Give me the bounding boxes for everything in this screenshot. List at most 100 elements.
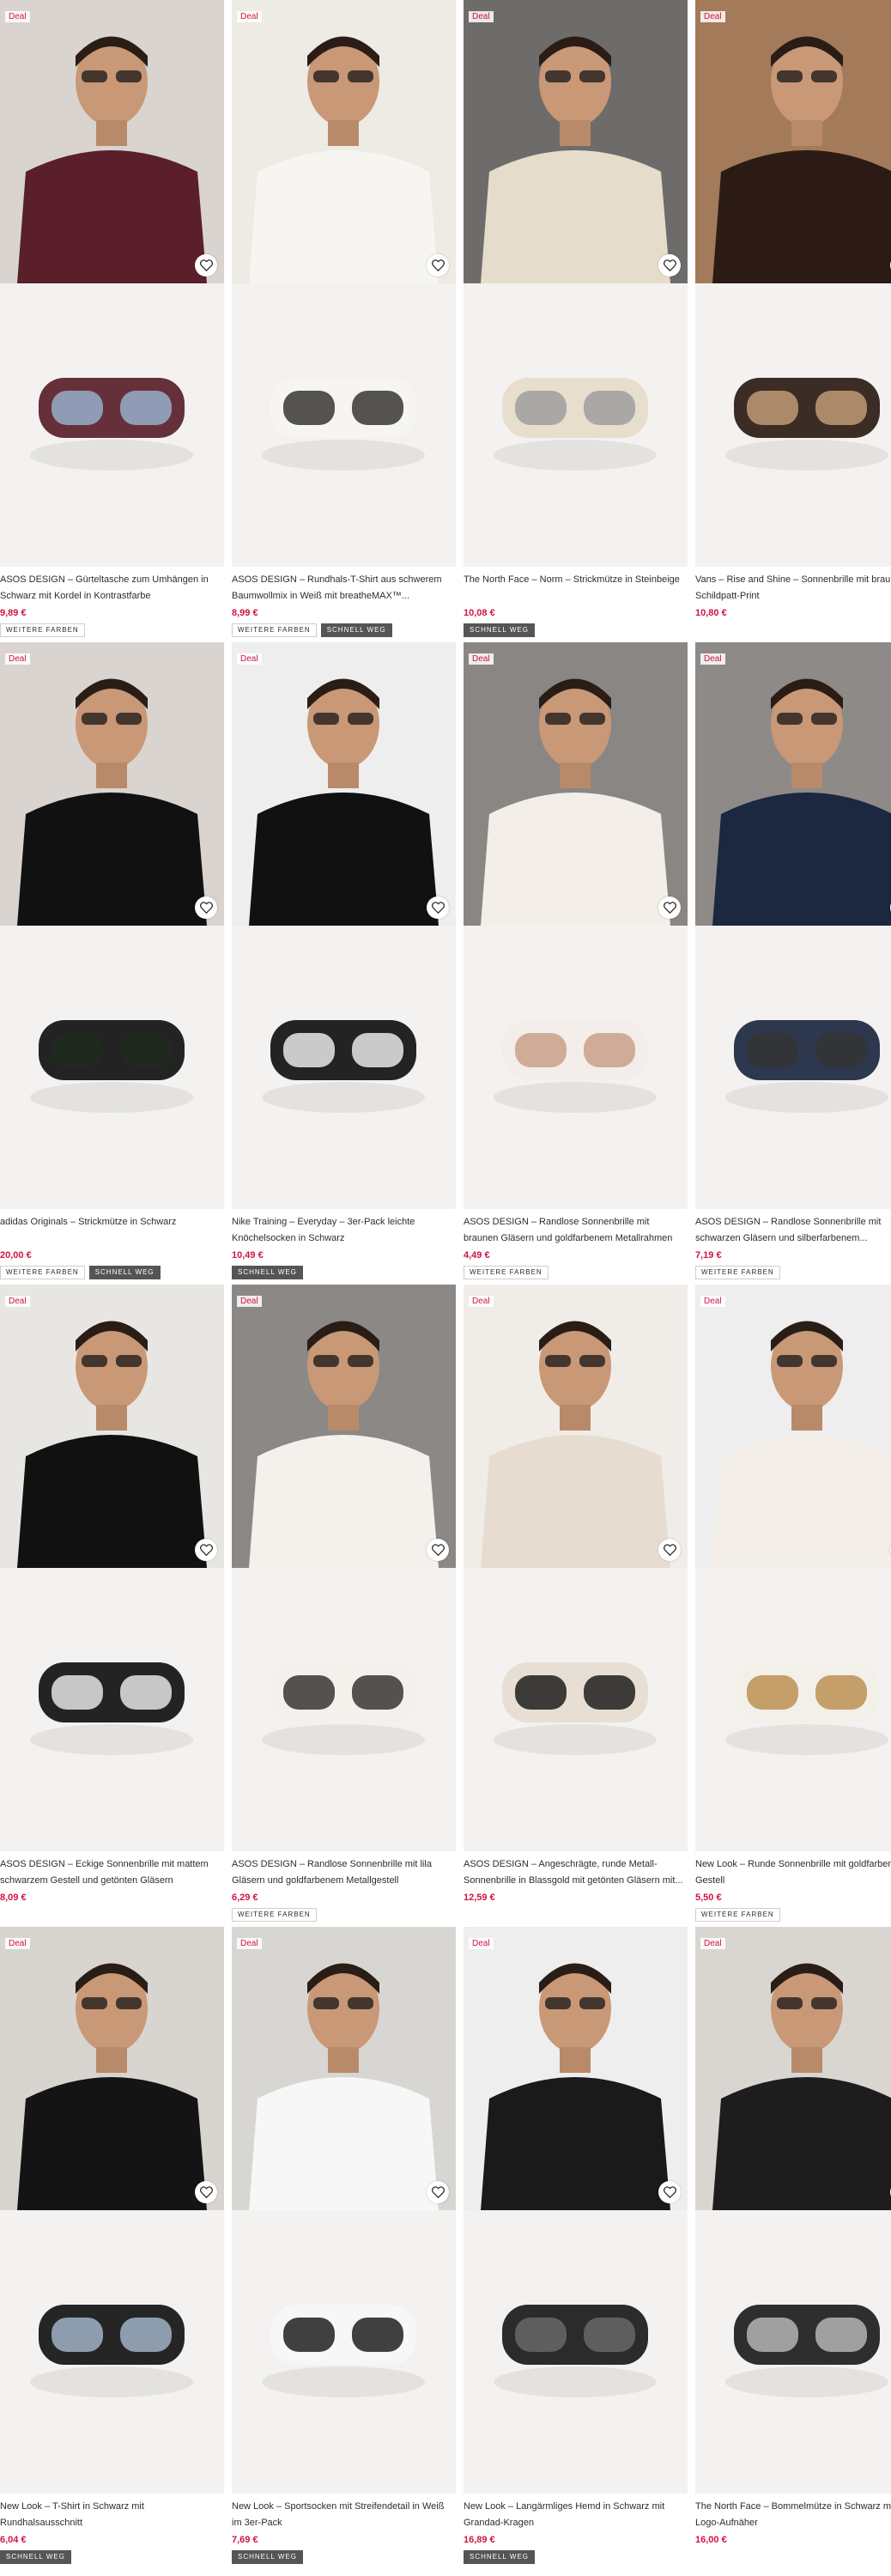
product-image-alt[interactable] <box>0 283 224 567</box>
save-for-later-button[interactable] <box>658 2181 681 2203</box>
heart-icon <box>431 1544 445 1556</box>
save-for-later-button[interactable] <box>427 254 449 276</box>
deal-badge: Deal <box>237 1296 262 1307</box>
product-image[interactable]: Deal <box>464 1285 688 1568</box>
product-badges: WEITERE FARBEN SCHNELL WEG <box>232 623 454 637</box>
product-image-alt[interactable] <box>695 1568 891 1851</box>
save-for-later-button[interactable] <box>658 254 681 276</box>
product-image-alt[interactable] <box>464 283 688 567</box>
product-image-alt[interactable] <box>0 2210 224 2494</box>
heart-icon <box>663 259 676 271</box>
product-image[interactable]: Deal <box>0 1927 224 2210</box>
product-price: 8,09 € <box>0 1893 27 1903</box>
product-image-alt[interactable] <box>232 283 456 567</box>
product-price: 9,89 € <box>0 608 27 618</box>
product-image[interactable]: Deal <box>695 1927 891 2210</box>
product-image-alt[interactable] <box>0 1568 224 1851</box>
more-colors-badge: WEITERE FARBEN <box>0 623 85 637</box>
product-image[interactable]: Deal <box>464 642 688 926</box>
product-card[interactable]: Deal ASOS DESIGN – Randlose Sonnenbrille… <box>695 642 891 1279</box>
product-image-alt[interactable] <box>232 1568 456 1851</box>
save-for-later-button[interactable] <box>658 896 681 919</box>
heart-icon <box>431 2186 445 2198</box>
product-card[interactable]: Deal adidas Originals – Strickmütze in S… <box>0 642 224 1279</box>
save-for-later-button[interactable] <box>427 2181 449 2203</box>
product-name[interactable]: ASOS DESIGN – Eckige Sonnenbrille mit ma… <box>0 1856 222 1889</box>
save-for-later-button[interactable] <box>195 254 217 276</box>
product-name[interactable]: The North Face – Bommelmütze in Schwarz … <box>695 2499 891 2531</box>
save-for-later-button[interactable] <box>427 1539 449 1561</box>
product-image[interactable]: Deal <box>695 642 891 926</box>
product-name[interactable]: New Look – Langärmliges Hemd in Schwarz … <box>464 2499 686 2531</box>
heart-icon <box>431 259 445 271</box>
product-name[interactable]: New Look – Runde Sonnenbrille mit goldfa… <box>695 1856 891 1889</box>
save-for-later-button[interactable] <box>427 896 449 919</box>
product-image[interactable]: Deal <box>232 642 456 926</box>
save-for-later-button[interactable] <box>195 2181 217 2203</box>
product-name[interactable]: ASOS DESIGN – Rundhals-T-Shirt aus schwe… <box>232 572 454 605</box>
product-image-alt[interactable] <box>232 2210 456 2494</box>
product-image-alt[interactable] <box>0 926 224 1209</box>
product-image-alt[interactable] <box>464 2210 688 2494</box>
product-image-alt[interactable] <box>695 283 891 567</box>
product-card[interactable]: Deal New Look – Langärmliges Hemd in Sch… <box>464 1927 688 2564</box>
product-card[interactable]: Deal ASOS DESIGN – Angeschrägte, runde M… <box>464 1285 688 1922</box>
product-image-alt[interactable] <box>695 2210 891 2494</box>
product-image[interactable]: Deal <box>695 1285 891 1568</box>
heart-icon <box>199 1544 213 1556</box>
save-for-later-button[interactable] <box>195 1539 217 1561</box>
save-for-later-button[interactable] <box>658 1539 681 1561</box>
product-card[interactable]: Deal New Look – Sportsocken mit Streifen… <box>232 1927 456 2564</box>
product-name[interactable]: The North Face – Norm – Strickmütze in S… <box>464 572 686 605</box>
save-for-later-button[interactable] <box>195 896 217 919</box>
product-card[interactable]: Deal Vans – Rise and Shine – Sonnenbrill… <box>695 0 891 637</box>
product-card[interactable]: Deal ASOS DESIGN – Rundhals-T-Shirt aus … <box>232 0 456 637</box>
product-badges: SCHNELL WEG <box>0 2550 222 2564</box>
more-colors-badge: WEITERE FARBEN <box>695 1908 780 1922</box>
product-card[interactable]: Deal New Look – Runde Sonnenbrille mit g… <box>695 1285 891 1922</box>
product-name[interactable]: Nike Training – Everyday – 3er-Pack leic… <box>232 1214 454 1247</box>
product-name[interactable]: ASOS DESIGN – Randlose Sonnenbrille mit … <box>695 1214 891 1247</box>
product-price: 6,04 € <box>0 2535 27 2545</box>
product-card[interactable]: Deal New Look – T-Shirt in Schwarz mit R… <box>0 1927 224 2564</box>
product-badges <box>464 1908 686 1922</box>
product-image[interactable]: Deal <box>464 1927 688 2210</box>
selling-fast-badge: SCHNELL WEG <box>320 623 392 637</box>
product-name[interactable]: ASOS DESIGN – Gürteltasche zum Umhängen … <box>0 572 222 605</box>
deal-badge: Deal <box>469 11 494 22</box>
product-image[interactable]: Deal <box>232 0 456 283</box>
product-image-alt[interactable] <box>695 926 891 1209</box>
product-card[interactable]: Deal ASOS DESIGN – Randlose Sonnenbrille… <box>464 642 688 1279</box>
product-name[interactable]: Vans – Rise and Shine – Sonnenbrille mit… <box>695 572 891 605</box>
product-image[interactable]: Deal <box>232 1285 456 1568</box>
product-image[interactable]: Deal <box>695 0 891 283</box>
product-image-alt[interactable] <box>464 1568 688 1851</box>
product-card[interactable]: Deal ASOS DESIGN – Randlose Sonnenbrille… <box>232 1285 456 1922</box>
product-image[interactable]: Deal <box>0 0 224 283</box>
product-name[interactable]: ASOS DESIGN – Angeschrägte, runde Metall… <box>464 1856 686 1889</box>
product-image-alt[interactable] <box>464 926 688 1209</box>
product-image[interactable]: Deal <box>0 642 224 926</box>
product-card[interactable]: Deal ASOS DESIGN – Eckige Sonnenbrille m… <box>0 1285 224 1922</box>
product-card[interactable]: Deal ASOS DESIGN – Gürteltasche zum Umhä… <box>0 0 224 637</box>
product-badges: WEITERE FARBEN <box>464 1266 686 1279</box>
product-image[interactable]: Deal <box>232 1927 456 2210</box>
product-name[interactable]: ASOS DESIGN – Randlose Sonnenbrille mit … <box>464 1214 686 1247</box>
more-colors-badge: WEITERE FARBEN <box>0 1266 85 1279</box>
product-name[interactable]: New Look – Sportsocken mit Streifendetai… <box>232 2499 454 2531</box>
selling-fast-badge: SCHNELL WEG <box>88 1266 161 1279</box>
deal-badge: Deal <box>700 653 725 665</box>
deal-badge: Deal <box>5 1938 30 1949</box>
product-card[interactable]: Deal Nike Training – Everyday – 3er-Pack… <box>232 642 456 1279</box>
deal-badge: Deal <box>5 653 30 665</box>
product-image[interactable]: Deal <box>0 1285 224 1568</box>
more-colors-badge: WEITERE FARBEN <box>232 1908 317 1922</box>
product-card[interactable]: Deal The North Face – Norm – Strickmütze… <box>464 0 688 637</box>
product-image[interactable]: Deal <box>464 0 688 283</box>
product-card[interactable]: Deal The North Face – Bommelmütze in Sch… <box>695 1927 891 2564</box>
product-name[interactable]: ASOS DESIGN – Randlose Sonnenbrille mit … <box>232 1856 454 1889</box>
product-name[interactable]: New Look – T-Shirt in Schwarz mit Rundha… <box>0 2499 222 2531</box>
product-price: 10,08 € <box>464 608 495 618</box>
product-image-alt[interactable] <box>232 926 456 1209</box>
product-name[interactable]: adidas Originals – Strickmütze in Schwar… <box>0 1214 222 1247</box>
